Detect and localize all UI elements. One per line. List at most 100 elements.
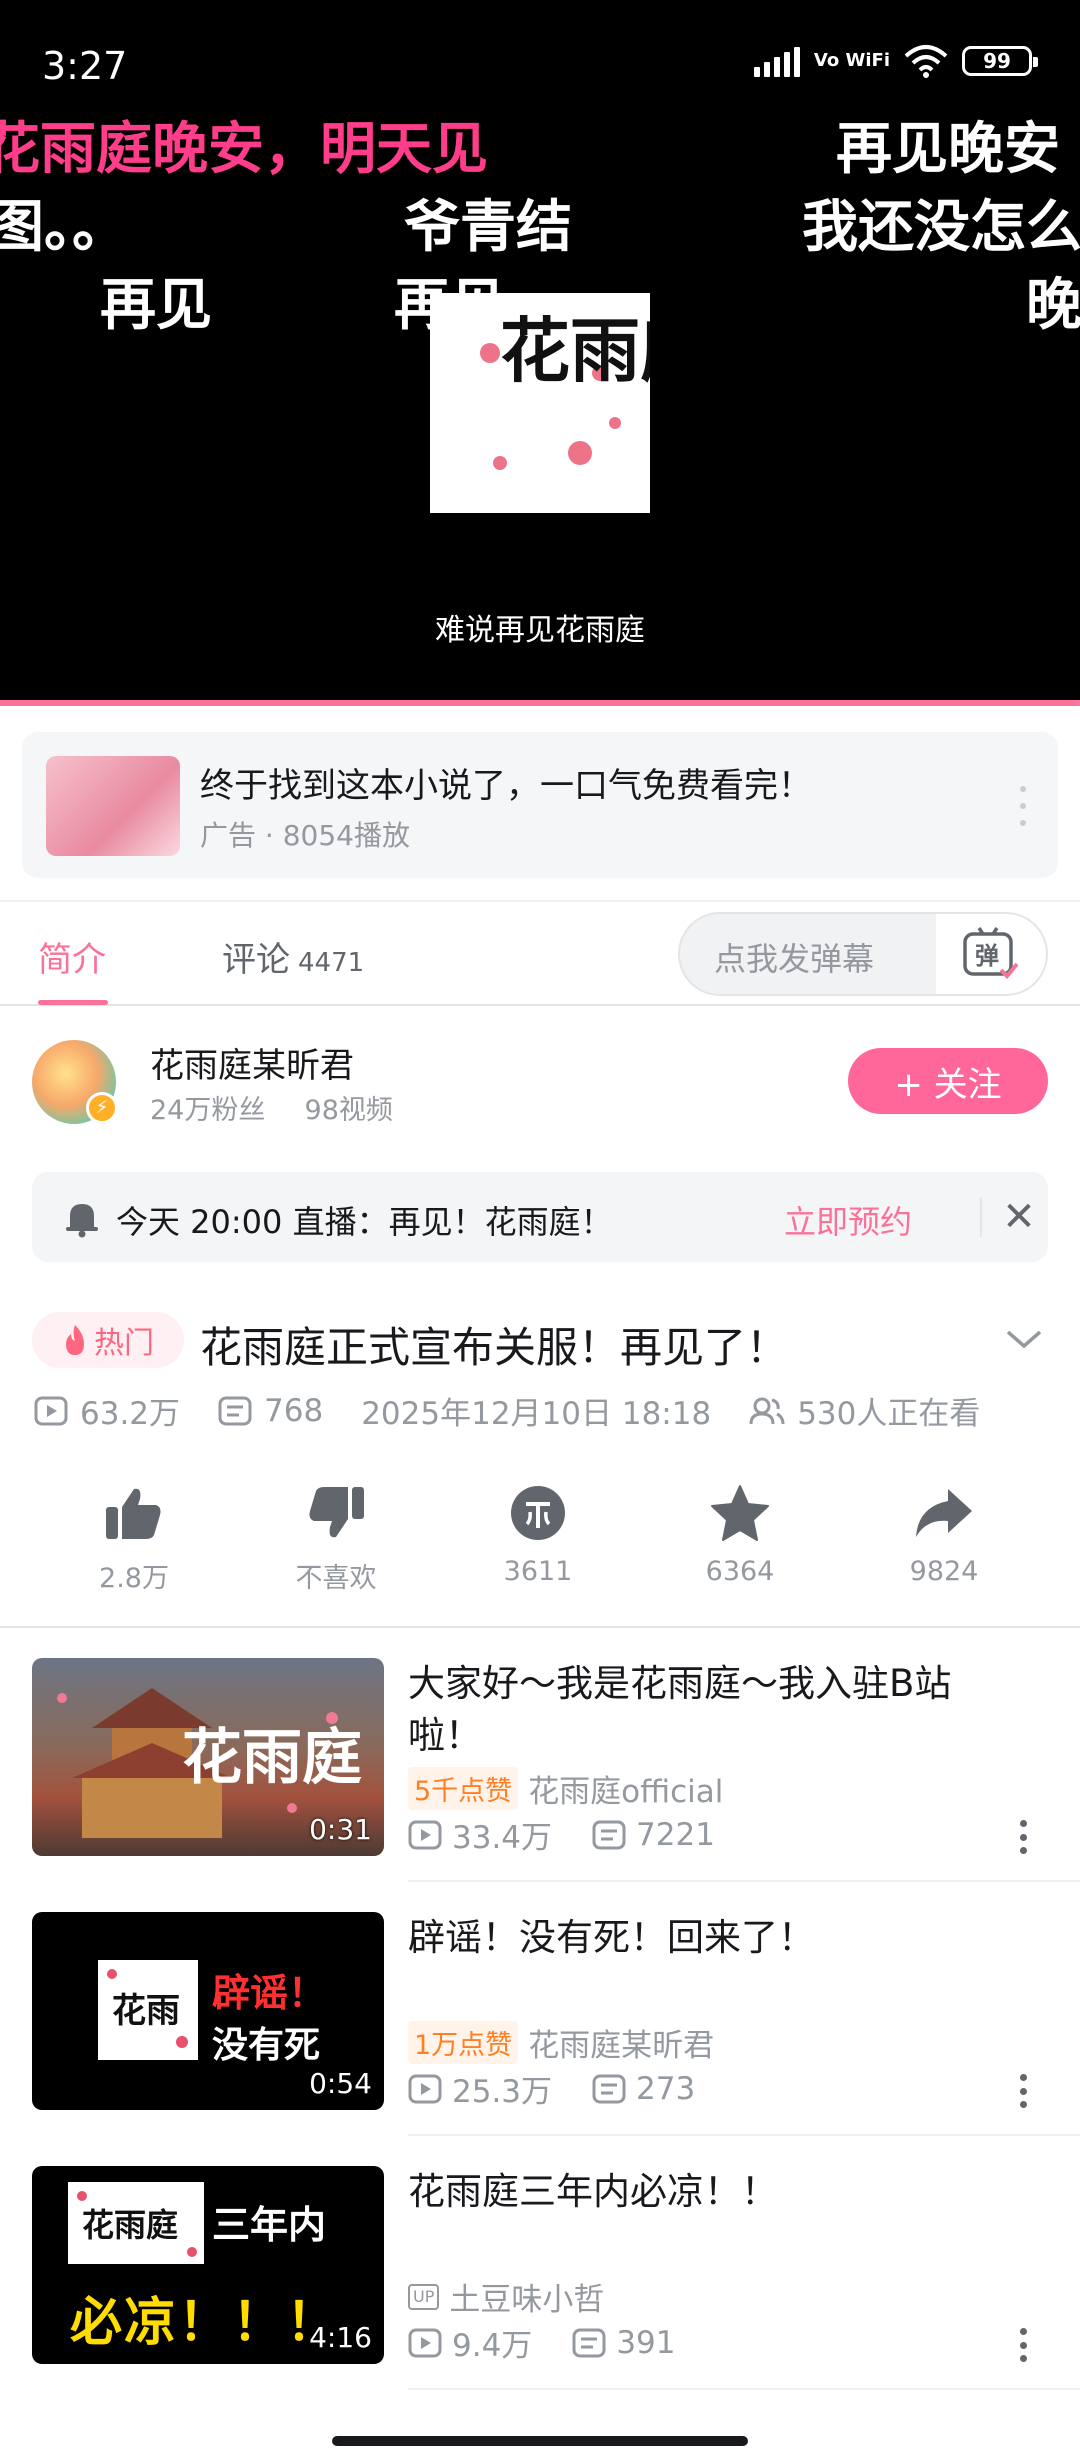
ad-thumbnail [46,756,180,856]
video-logo: 花雨庭 [430,293,710,513]
live-reminder: 今天 20:00 直播：再见！花雨庭！ 立即预约 ✕ [32,1172,1048,1262]
danmaku-comment: 我还没怎么 [802,195,1080,260]
status-bar: 3:27 Vo WiFi 99 [0,0,1080,110]
svg-text:花雨庭: 花雨庭 [82,2206,178,2244]
tab-comments[interactable]: 评论 4471 [222,932,364,981]
dislike-button[interactable]: 不喜欢 [256,1478,416,1595]
danmaku-comment: 图。。 [0,195,128,260]
danmaku-comment: 再见 [100,273,212,338]
related-stats: 25.3万 273 [408,2066,695,2111]
video-duration: 4:16 [309,2321,372,2354]
video-meta: 63.2万 768 2025年12月10日 18:18 530人正在看 [34,1388,980,1433]
coin-button[interactable]: 3611 [458,1478,618,1587]
divider [0,1626,1080,1628]
share-icon [916,1489,972,1537]
up-icon: UP [408,2283,440,2310]
danmaku-placeholder: 点我发弹幕 [714,940,875,978]
bell-icon [66,1204,98,1238]
follow-button[interactable]: + 关注 [848,1048,1048,1114]
status-icons: Vo WiFi 99 [753,44,1038,78]
publish-date: 2025年12月10日 18:18 [361,1396,712,1432]
related-author-row: 5千点赞 花雨庭official [408,1766,723,1811]
ad-card[interactable]: 终于找到这本小说了，一口气免费看完！ 广告 · 8054播放 [22,732,1058,878]
more-icon[interactable] [1020,2328,1028,2362]
more-icon[interactable] [1020,786,1028,826]
danmaku-comment: 再见晚安 [836,117,1060,182]
thumbs-up-icon [106,1488,161,1539]
related-stats: 9.4万 391 [408,2320,675,2365]
play-count-icon [408,2328,442,2357]
danmaku-input[interactable]: 点我发弹幕 弹 [678,912,1048,996]
thumbnail-caption: 三年内 [212,2203,327,2247]
play-count-icon [408,2074,442,2103]
thumbnail-caption: 辟谣！ [212,1971,327,2015]
battery-icon: 99 [962,46,1038,76]
flame-icon [66,1325,84,1355]
like-button[interactable]: 2.8万 [54,1478,214,1595]
fans-count: 24万粉丝 [150,1095,266,1126]
more-icon[interactable] [1020,1820,1028,1854]
reserve-button[interactable]: 立即预约 [784,1197,912,1243]
star-icon [711,1485,769,1541]
related-author-row: UP 土豆味小哲 [408,2274,604,2319]
likes-badge: 1万点赞 [408,2021,519,2064]
play-count-icon [34,1396,68,1425]
hot-badge: 热门 [32,1312,184,1368]
related-author-row: 1万点赞 花雨庭某昕君 [408,2020,714,2065]
related-video-item[interactable]: 花雨庭 0:31 大家好～我是花雨庭～我入驻B站啦！ 5千点赞 花雨庭offic… [0,1658,1080,1888]
danmaku-comment: 爷青结 [404,195,572,260]
thumbnail-caption: 没有死 [212,2025,321,2066]
related-stats: 33.4万 7221 [408,1812,715,1857]
action-bar: 2.8万 不喜欢 3611 6364 9824 [0,1478,1080,1598]
related-video-item[interactable]: 花雨庭 三年内 必凉！！！ 4:16 花雨庭三年内必凉！！ UP 土豆味小哲 9… [0,2166,1080,2396]
uploader-stats: 24万粉丝 98视频 [150,1088,393,1127]
video-player[interactable]: 3:27 Vo WiFi 99 花雨庭晚安，明天见 再见晚安 图。。 爷青结 我… [0,0,1080,700]
likes-badge: 5千点赞 [408,1767,519,1810]
danmaku-count-icon [592,1820,626,1849]
video-progress-bar[interactable] [0,700,1080,706]
danmaku-count-icon [218,1396,252,1425]
wifi-icon [904,45,948,78]
danmaku-icon: 弹 [963,927,1019,979]
share-button[interactable]: 9824 [864,1478,1024,1587]
danmaku-count-icon [572,2328,606,2357]
play-count-icon [408,1820,442,1849]
tab-intro[interactable]: 简介 [38,932,106,981]
video-duration: 0:54 [309,2067,372,2100]
video-thumbnail: 花雨庭 三年内 必凉！！！ 4:16 [32,2166,384,2364]
video-duration: 0:31 [309,1813,372,1846]
logo-char: 花雨庭 [500,309,650,392]
divider [408,2134,1080,2136]
close-icon[interactable]: ✕ [994,1192,1044,1242]
uploader-row: ⚡ 花雨庭某昕君 24万粉丝 98视频 + 关注 [0,1030,1080,1140]
home-indicator[interactable] [332,2436,748,2446]
thumbnail-caption: 必凉！！！ [70,2293,341,2353]
status-time: 3:27 [42,44,128,88]
divider [408,1880,1080,1882]
progress-fill [0,700,1075,706]
danmaku-toggle-button[interactable]: 弹 [936,914,1046,994]
divider [980,1197,982,1237]
related-video-item[interactable]: 花雨 辟谣！ 没有死 0:54 辟谣！没有死！回来了！ 1万点赞 花雨庭某昕君 … [0,1912,1080,2142]
related-author: 土豆味小哲 [449,2282,605,2318]
tab-indicator [38,1000,108,1005]
chevron-down-icon[interactable] [1004,1326,1044,1352]
comment-count: 4471 [298,948,365,978]
coin-icon [511,1486,565,1540]
thumbs-down-icon [309,1487,364,1538]
ad-subtitle: 广告 · 8054播放 [200,819,410,852]
favorite-button[interactable]: 6364 [660,1478,820,1587]
play-count: 63.2万 [80,1396,181,1432]
video-thumbnail: 花雨庭 0:31 [32,1658,384,1856]
svg-text:弹: 弹 [975,942,999,970]
watching-icon [749,1397,785,1424]
related-author: 花雨庭official [528,1774,724,1810]
danmaku-count-icon [592,2074,626,2103]
video-thumbnail: 花雨 辟谣！ 没有死 0:54 [32,1912,384,2110]
more-icon[interactable] [1020,2074,1028,2108]
uploader-name[interactable]: 花雨庭某昕君 [150,1038,354,1087]
video-count: 98视频 [304,1095,393,1126]
signal-icon [753,45,800,77]
related-title: 花雨庭三年内必凉！！ [408,2170,778,2213]
svg-text:花雨: 花雨 [112,1991,180,2031]
